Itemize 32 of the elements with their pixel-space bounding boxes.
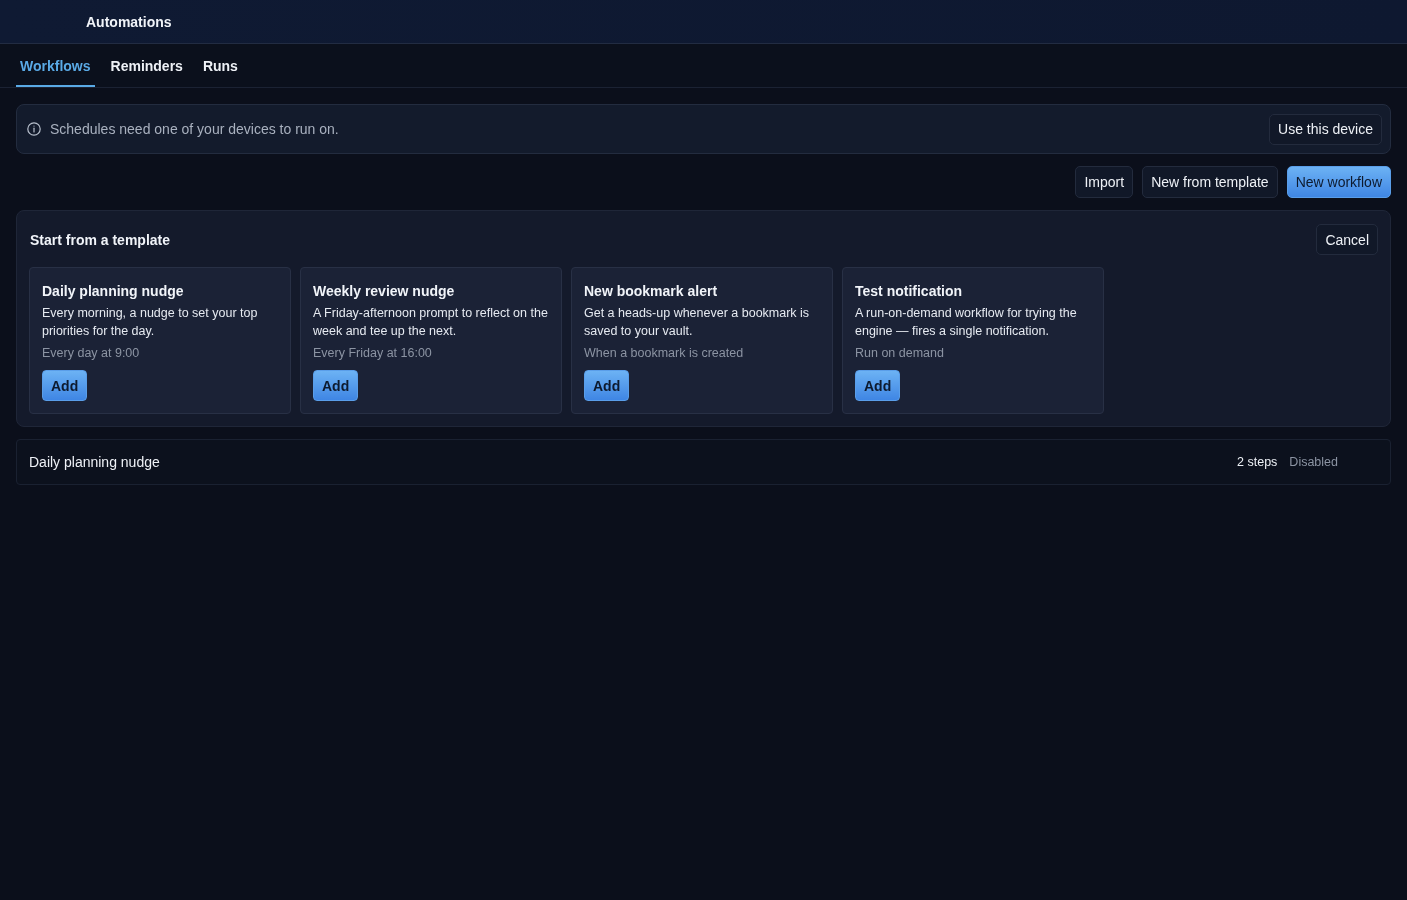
template-title: New bookmark alert xyxy=(584,283,718,299)
use-this-device-button[interactable]: Use this device xyxy=(1269,113,1382,145)
template-schedule: When a bookmark is created xyxy=(584,345,744,362)
workflow-steps: 2 steps xyxy=(1237,455,1278,469)
template-schedule: Run on demand xyxy=(855,345,944,362)
notice-text: Schedules need one of your devices to run on. xyxy=(50,121,340,137)
workflow-name: Daily planning nudge xyxy=(29,454,161,470)
template-schedule: Every day at 9:00 xyxy=(42,345,140,362)
toolbar-button[interactable]: Import xyxy=(1075,166,1134,198)
template-description: A Friday-afternoon prompt to reflect on the week and tee up the next. xyxy=(313,305,549,340)
template-description: Every morning, a nudge to set your top priorities for the day. xyxy=(42,305,259,340)
tab[interactable]: Runs xyxy=(198,44,242,87)
cancel-button[interactable]: Cancel xyxy=(1316,224,1378,255)
workflow-status: Disabled xyxy=(1289,455,1338,469)
template-title: Test notification xyxy=(855,283,963,299)
add-button[interactable]: Add xyxy=(584,370,630,401)
template-schedule: Every Friday at 16:00 xyxy=(313,345,432,362)
panel-title: Start from a template xyxy=(30,231,171,248)
primary-button[interactable]: New workflow xyxy=(1286,166,1391,198)
template-title: Weekly review nudge xyxy=(313,283,455,299)
template-description: Get a heads-up whenever a bookmark is saved to your vault. xyxy=(584,305,811,340)
info-icon xyxy=(27,122,41,136)
template-description: A run-on-demand workflow for trying the engine — fires a single notification. xyxy=(855,305,1078,340)
add-button[interactable]: Add xyxy=(855,370,901,401)
add-button[interactable]: Add xyxy=(42,370,88,401)
template-title: Daily planning nudge xyxy=(42,283,184,299)
toolbar-button[interactable]: New from template xyxy=(1142,166,1278,198)
add-button[interactable]: Add xyxy=(313,370,359,401)
tab[interactable]: Reminders xyxy=(106,44,187,87)
app-title: Automations xyxy=(86,13,172,30)
workflow-row[interactable]: Daily planning nudge 2 steps Disabled xyxy=(16,439,1391,485)
tab[interactable]: Workflows xyxy=(16,44,95,87)
